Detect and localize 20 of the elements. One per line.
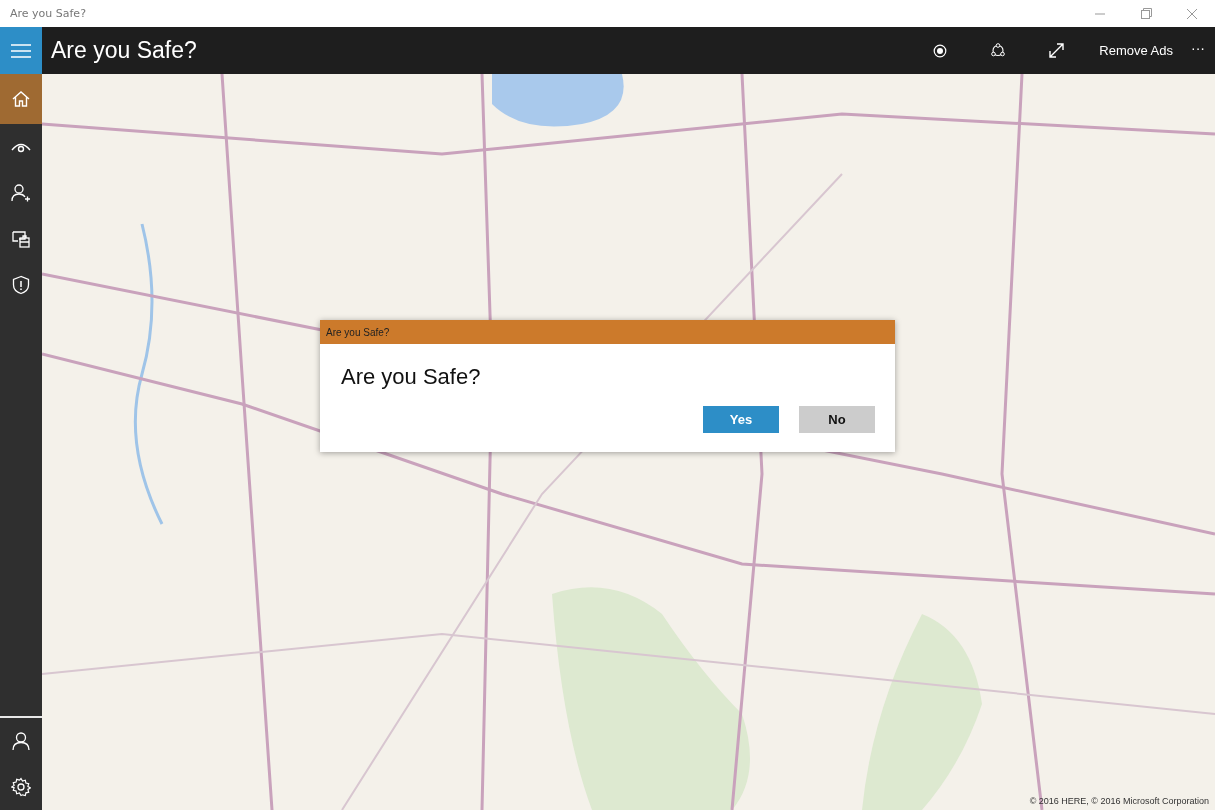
window-title: Are you Safe? xyxy=(10,7,87,20)
devices-icon xyxy=(11,229,31,249)
person-icon xyxy=(11,731,31,751)
dialog-message: Are you Safe? xyxy=(340,363,482,390)
add-person-icon xyxy=(11,183,31,203)
yes-button[interactable]: Yes xyxy=(703,406,779,433)
share-icon xyxy=(990,43,1007,58)
menu-button[interactable] xyxy=(0,27,42,74)
map-attribution: © 2016 HERE, © 2016 Microsoft Corporation xyxy=(1029,796,1209,806)
target-icon xyxy=(933,43,948,58)
settings-icon xyxy=(11,777,31,797)
home-icon xyxy=(11,89,31,109)
expand-icon xyxy=(1047,42,1065,59)
dialog-title: Are you Safe? xyxy=(320,320,895,344)
more-button[interactable]: ··· xyxy=(1181,35,1215,66)
shield-icon xyxy=(11,275,31,295)
menu-icon xyxy=(11,43,31,58)
app-title: Are you Safe? xyxy=(51,37,198,64)
remove-ads-button[interactable]: Remove Ads xyxy=(1091,39,1181,62)
no-button[interactable]: No xyxy=(799,406,875,433)
